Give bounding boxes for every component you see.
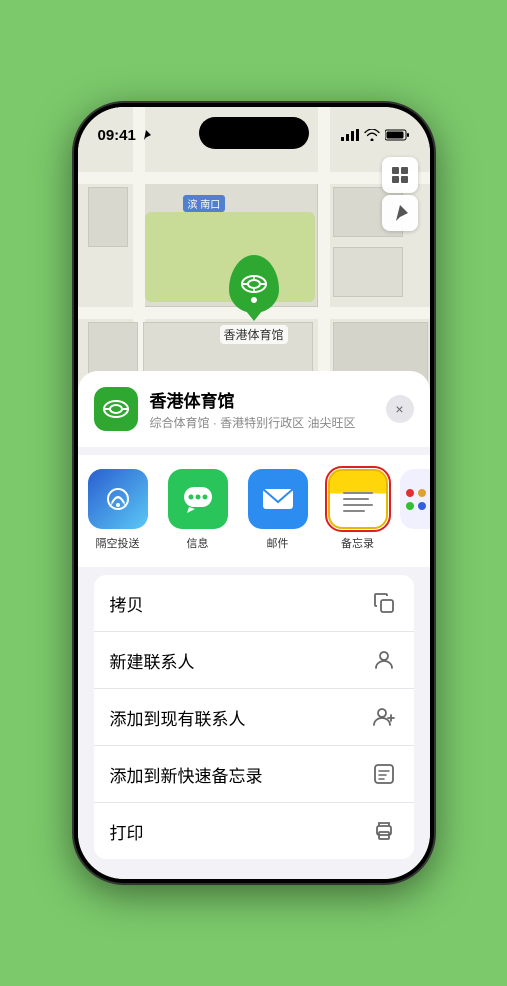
notes-line-4 — [343, 510, 365, 512]
share-app-airdrop[interactable]: 隔空投送 — [78, 469, 158, 551]
print-icon — [370, 817, 398, 845]
airdrop-symbol — [102, 483, 134, 515]
notes-label: 备忘录 — [341, 535, 374, 551]
add-contact-icon — [370, 703, 398, 731]
dot-green — [406, 502, 414, 510]
airdrop-label: 隔空投送 — [96, 535, 140, 551]
action-add-contact[interactable]: 添加到现有联系人 — [94, 689, 414, 746]
status-icons — [341, 129, 410, 141]
bottom-sheet: 香港体育馆 综合体育馆 · 香港特别行政区 油尖旺区 × — [78, 371, 430, 879]
notes-icon — [328, 469, 388, 529]
venue-marker-icon — [228, 255, 278, 313]
location-marker: 香港体育馆 — [219, 255, 287, 344]
map-type-button[interactable] — [382, 157, 418, 193]
phone-frame: 滨 香港体育馆 南口 香港体 — [74, 103, 434, 883]
partial-dots — [400, 469, 430, 529]
mail-label: 邮件 — [267, 535, 289, 551]
share-app-more-partial — [400, 469, 430, 529]
dot-blue — [418, 502, 426, 510]
share-app-notes[interactable]: 备忘录 — [318, 469, 398, 551]
venue-name: 香港体育馆 — [150, 387, 414, 412]
sheet-header: 香港体育馆 综合体育馆 · 香港特别行政区 油尖旺区 × — [78, 371, 430, 447]
share-app-messages[interactable]: 信息 — [158, 469, 238, 551]
status-time: 09:41 — [98, 127, 136, 144]
action-new-contact[interactable]: 新建联系人 — [94, 632, 414, 689]
dot-orange — [418, 489, 426, 497]
map-type-icon — [390, 165, 410, 185]
notes-line-3 — [343, 504, 373, 506]
dynamic-island — [199, 117, 309, 149]
new-contact-icon — [370, 646, 398, 674]
action-print[interactable]: 打印 — [94, 803, 414, 859]
action-print-label: 打印 — [110, 819, 144, 844]
venue-stadium-icon — [102, 395, 130, 423]
action-add-contact-label: 添加到现有联系人 — [110, 705, 246, 730]
marker-label: 香港体育馆 — [219, 325, 287, 344]
location-button[interactable] — [382, 195, 418, 231]
action-copy[interactable]: 拷贝 — [94, 575, 414, 632]
location-status-icon — [140, 129, 152, 141]
battery-icon — [385, 129, 410, 141]
share-app-mail[interactable]: 邮件 — [238, 469, 318, 551]
notes-line-2 — [343, 498, 369, 500]
add-notes-icon — [370, 760, 398, 788]
close-button[interactable]: × — [386, 395, 414, 423]
venue-icon — [94, 387, 138, 431]
copy-icon — [370, 589, 398, 617]
notes-lines — [339, 488, 377, 516]
action-list: 拷贝 新建联系人 — [94, 575, 414, 859]
share-apps-row: 隔空投送 信息 — [78, 455, 430, 567]
action-new-contact-label: 新建联系人 — [110, 648, 195, 673]
wifi-icon — [364, 129, 380, 141]
messages-symbol — [181, 482, 215, 516]
notes-line-1 — [343, 492, 373, 494]
venue-subtitle: 综合体育馆 · 香港特别行政区 油尖旺区 — [150, 414, 414, 431]
stadium-icon — [239, 270, 267, 298]
marker-dot — [250, 297, 256, 303]
messages-icon — [168, 469, 228, 529]
airdrop-icon — [88, 469, 148, 529]
mail-icon — [248, 469, 308, 529]
action-copy-label: 拷贝 — [110, 591, 144, 616]
location-arrow-icon — [390, 203, 410, 223]
messages-label: 信息 — [187, 535, 209, 551]
signal-icon — [341, 129, 359, 141]
map-controls — [382, 157, 418, 231]
road-label: 滨 香港体育馆 南口 — [183, 195, 226, 212]
mail-symbol — [261, 485, 295, 513]
venue-info: 香港体育馆 综合体育馆 · 香港特别行政区 油尖旺区 — [150, 387, 414, 431]
action-add-notes[interactable]: 添加到新快速备忘录 — [94, 746, 414, 803]
dot-red — [406, 489, 414, 497]
phone-inner: 滨 香港体育馆 南口 香港体 — [78, 107, 430, 879]
action-add-notes-label: 添加到新快速备忘录 — [110, 762, 263, 787]
